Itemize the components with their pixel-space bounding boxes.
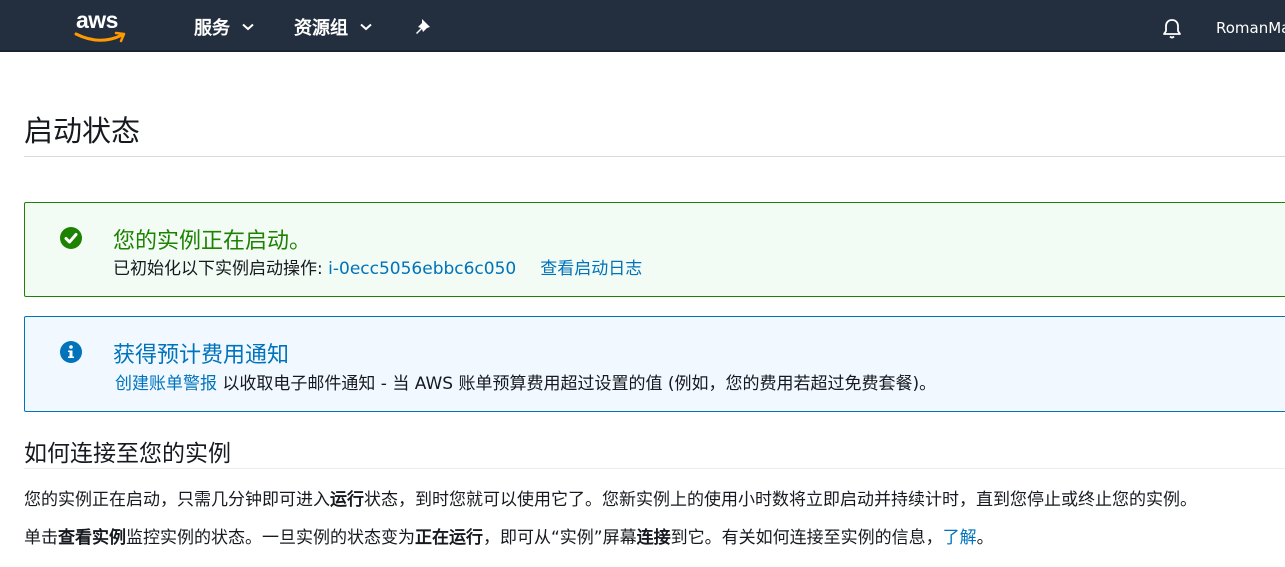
billing-info-alert: 获得预计费用通知 创建账单警报 以收取电子邮件通知 - 当 AWS 账单预算费用… (24, 316, 1285, 412)
services-label: 服务 (194, 18, 230, 39)
text: 监控实例的状态。一旦实例的状态变为 (126, 528, 415, 548)
connect-section-title: 如何连接至您的实例 (24, 441, 231, 467)
connect-paragraph-2: 单击查看实例监控实例的状态。一旦实例的状态变为正在运行，即可从“实例”屏幕连接到… (24, 523, 994, 548)
success-alert-body: 已初始化以下实例启动操作: i-0ecc5056ebbc6c050 查看启动日志 (113, 254, 642, 279)
user-menu[interactable]: RomanMa (1216, 19, 1285, 37)
section-divider (24, 468, 1285, 469)
text: 。 (976, 528, 994, 548)
pin-icon[interactable] (414, 17, 434, 37)
text: ，即可从“实例”屏幕 (483, 528, 637, 548)
bell-icon[interactable] (1160, 17, 1184, 41)
resource-groups-label: 资源组 (294, 18, 348, 39)
info-circle-icon (60, 341, 82, 363)
success-alert-text: 已初始化以下实例启动操作: (113, 259, 329, 279)
services-menu[interactable]: 服务 (194, 14, 254, 40)
text: 您的实例正在启动，只需几分钟即可进入 (24, 490, 330, 510)
text: 状态，到时您就可以使用它了。您新实例上的使用小时数将立即启动并持续计时，直到您停… (364, 490, 1197, 510)
info-alert-text: 以收取电子邮件通知 - 当 AWS 账单预算费用超过设置的值 (例如，您的费用若… (217, 374, 937, 394)
info-alert-body: 创建账单警报 以收取电子邮件通知 - 当 AWS 账单预算费用超过设置的值 (例… (115, 369, 936, 394)
launch-success-alert: 您的实例正在启动。 已初始化以下实例启动操作: i-0ecc5056ebbc6c… (24, 202, 1285, 297)
chevron-down-icon (242, 23, 254, 31)
running-state-text: 运行 (330, 490, 364, 510)
info-alert-title: 获得预计费用通知 (113, 343, 290, 368)
check-circle-icon (60, 227, 82, 249)
text: 到它。有关如何连接至实例的信息， (670, 528, 943, 548)
resource-groups-menu[interactable]: 资源组 (294, 14, 372, 40)
title-divider (24, 156, 1285, 157)
aws-smile-icon (74, 31, 126, 43)
create-billing-alarm-link[interactable]: 创建账单警报 (115, 374, 217, 394)
text: 单击 (24, 528, 58, 548)
success-alert-title: 您的实例正在启动。 (113, 229, 312, 254)
running-text: 正在运行 (415, 528, 483, 548)
aws-logo[interactable]: aws (74, 7, 130, 47)
instance-id-link[interactable]: i-0ecc5056ebbc6c050 (328, 259, 516, 279)
learn-more-link[interactable]: 了解 (943, 528, 977, 548)
connect-text: 连接 (636, 528, 671, 548)
chevron-down-icon (360, 23, 372, 31)
top-navigation-bar: aws 服务 资源组 RomanMa (0, 0, 1285, 52)
aws-logo-text: aws (76, 7, 118, 33)
view-launch-log-link[interactable]: 查看启动日志 (540, 259, 642, 279)
connect-paragraph-1: 您的实例正在启动，只需几分钟即可进入运行状态，到时您就可以使用它了。您新实例上的… (24, 485, 1197, 510)
page-title: 启动状态 (24, 114, 141, 148)
view-instances-text: 查看实例 (58, 528, 126, 548)
